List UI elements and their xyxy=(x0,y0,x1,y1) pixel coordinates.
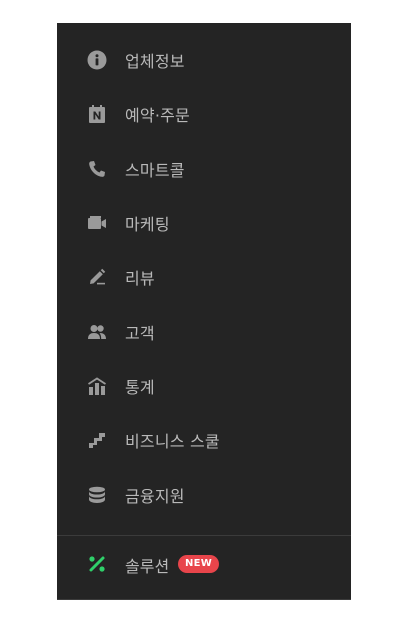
menu-item-label: 고객 xyxy=(125,323,155,343)
coins-icon xyxy=(87,485,107,505)
menu-item-label: 비즈니스 스쿨 xyxy=(125,432,220,452)
menu-item-business-info[interactable]: 업체정보 xyxy=(57,33,351,87)
menu-item-financial-support[interactable]: 금융지원 xyxy=(57,467,351,521)
camera-icon xyxy=(87,213,107,233)
menu-item-label: 스마트콜 xyxy=(125,160,185,180)
new-badge: NEW xyxy=(178,555,220,573)
menu-item-label: 금융지원 xyxy=(125,486,185,506)
menu-list: 업체정보 예약·주문 스마트콜 마케팅 리뷰 고객 통계 비즈니스 스쿨 금융지… xyxy=(57,33,351,522)
menu-item-business-school[interactable]: 비즈니스 스쿨 xyxy=(57,413,351,467)
menu-item-label: 예약·주문 xyxy=(125,106,190,126)
pencil-icon xyxy=(87,267,107,287)
solution-icon xyxy=(87,554,107,574)
menu-item-statistics[interactable]: 통계 xyxy=(57,359,351,413)
menu-item-marketing[interactable]: 마케팅 xyxy=(57,196,351,250)
menu-item-label: 업체정보 xyxy=(125,52,185,72)
info-icon xyxy=(87,50,107,70)
menu-item-reservation-order[interactable]: 예약·주문 xyxy=(57,87,351,141)
bottom-divider xyxy=(57,599,351,600)
menu-item-smart-call[interactable]: 스마트콜 xyxy=(57,142,351,196)
menu-item-solution[interactable]: 솔루션 NEW xyxy=(57,536,351,592)
menu-item-label: 통계 xyxy=(125,377,155,397)
naver-calendar-icon xyxy=(87,104,107,124)
sidebar-menu-panel: 업체정보 예약·주문 스마트콜 마케팅 리뷰 고객 통계 비즈니스 스쿨 금융지… xyxy=(57,23,351,600)
stairs-icon xyxy=(87,430,107,450)
menu-item-label: 리뷰 xyxy=(125,269,155,289)
solution-label: 솔루션 xyxy=(125,557,170,576)
menu-item-review[interactable]: 리뷰 xyxy=(57,250,351,304)
users-icon xyxy=(87,322,107,342)
phone-icon xyxy=(87,159,107,179)
menu-item-customers[interactable]: 고객 xyxy=(57,304,351,358)
menu-item-label: 마케팅 xyxy=(125,215,170,235)
stats-icon xyxy=(87,376,107,396)
